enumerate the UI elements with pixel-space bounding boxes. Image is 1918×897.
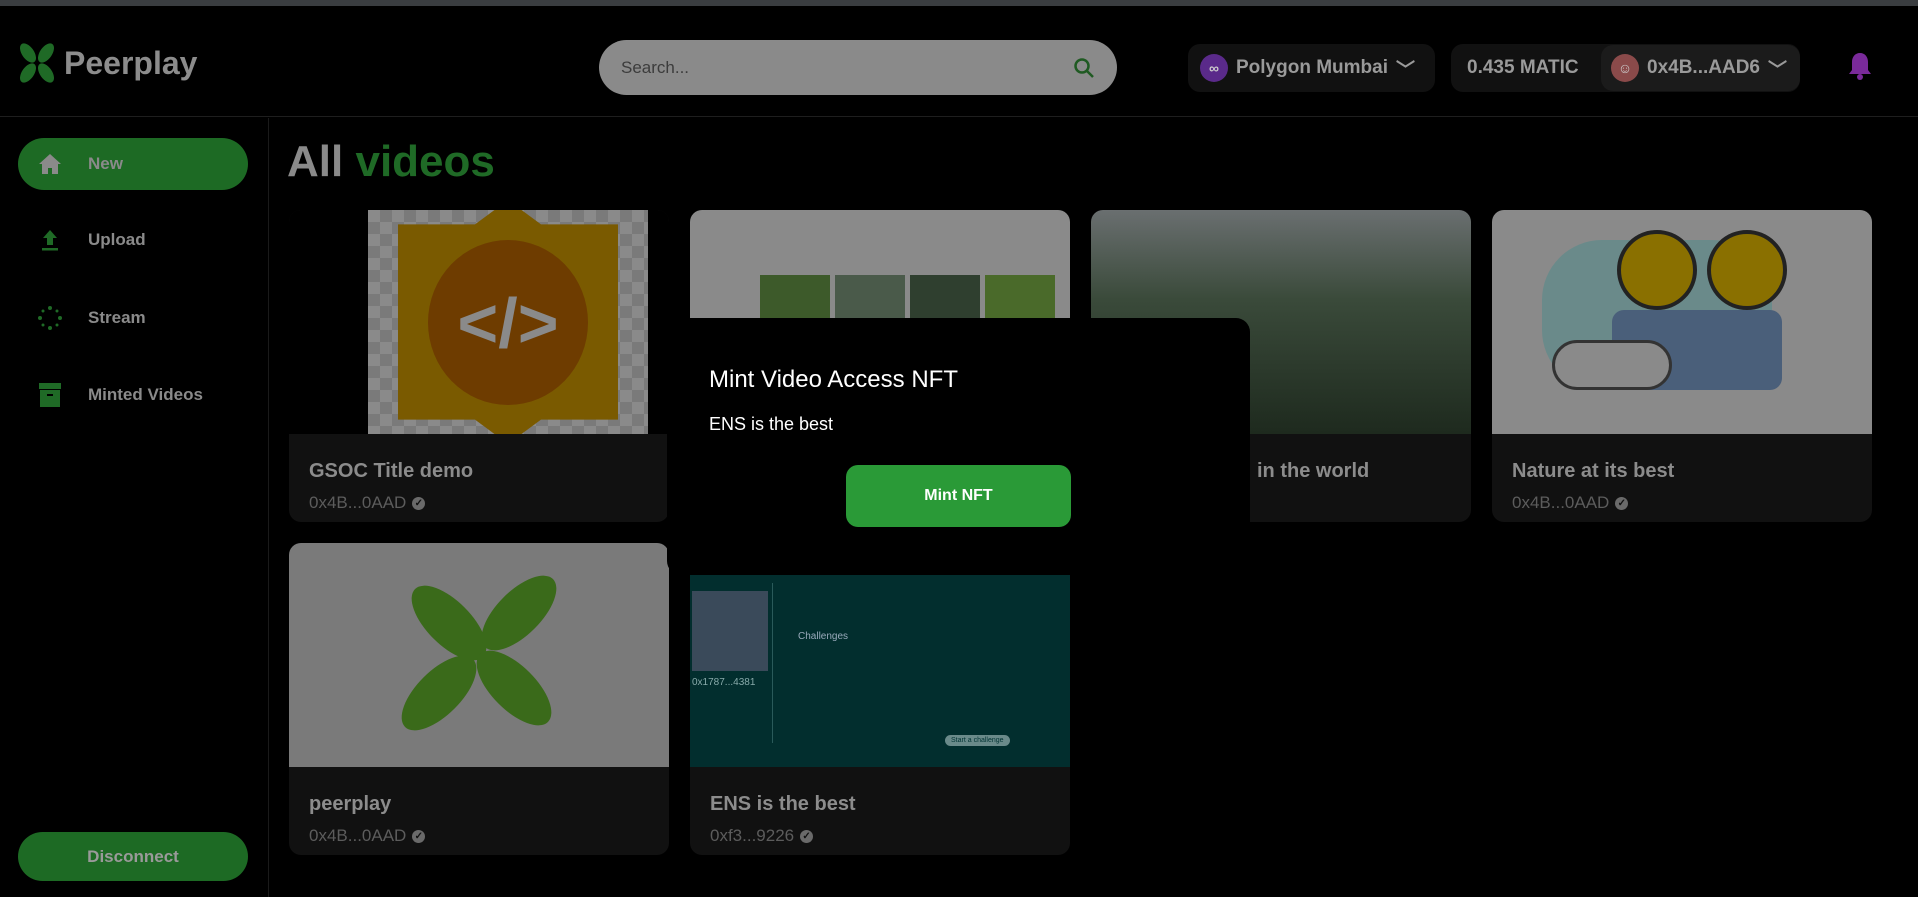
logo-text: Peerplay [64, 44, 198, 81]
sidebar-item-label: Minted Videos [88, 385, 203, 404]
verified-icon: ✓ [1615, 496, 1629, 510]
search-bar[interactable] [599, 40, 1117, 95]
sidebar-item-minted-videos[interactable]: Minted Videos [18, 369, 248, 421]
header: Peerplay ∞ Polygon Mumbai ﹀ 0.435 MATIC … [0, 6, 1918, 117]
video-card[interactable]: peerplay 0x4B...0AAD ✓ [289, 543, 669, 855]
sidebar-item-label: Upload [88, 230, 146, 249]
thumb-button: Start a challenge [945, 735, 1010, 746]
home-icon [39, 154, 61, 174]
verified-icon: ✓ [412, 496, 426, 510]
peerplay-hands-image [401, 575, 557, 731]
search-icon[interactable] [1073, 57, 1095, 79]
account-button[interactable]: ☺ 0x4B...AAD6 ﹀ [1601, 45, 1800, 91]
owner-address: 0x4B...0AAD [309, 826, 407, 845]
archive-icon [39, 383, 61, 407]
sidebar-item-stream[interactable]: Stream [18, 292, 248, 344]
title-accent: videos [355, 137, 495, 186]
video-title: Nature at its best [1512, 460, 1675, 482]
modal-video-title: ENS is the best [709, 414, 834, 434]
video-card[interactable]: </> GSOC Title demo 0x4B...0AAD ✓ [289, 210, 669, 522]
chevron-down-icon: ﹀ [1768, 59, 1788, 81]
stream-icon [38, 306, 62, 330]
sidebar: New Upload Stream Minted Videos [0, 118, 269, 897]
sidebar-item-new[interactable]: New [18, 138, 248, 190]
chevron-down-icon: ﹀ [1396, 59, 1416, 81]
sidebar-item-label: New [88, 154, 123, 173]
video-thumbnail [1492, 210, 1872, 434]
video-title: GSOC Title demo [309, 460, 474, 482]
code-icon: </> [428, 240, 588, 405]
video-title: peerplay [309, 793, 392, 815]
video-owner: 0x4B...0AAD ✓ [1512, 493, 1629, 513]
search-input[interactable] [621, 57, 1073, 78]
video-owner: 0x4B...0AAD ✓ [309, 493, 426, 513]
disconnect-button[interactable]: Disconnect [18, 832, 248, 881]
video-card[interactable]: 0x1787...4381 Challenges Start a challen… [690, 543, 1070, 855]
video-title: ENS is the best [710, 793, 856, 815]
polygon-icon: ∞ [1200, 54, 1228, 82]
account-address: 0x4B...AAD6 [1647, 57, 1760, 78]
upload-icon [42, 230, 58, 251]
notification-bell-icon[interactable] [1846, 50, 1874, 82]
thumb-heading: Challenges [798, 631, 849, 642]
owner-address: 0x4B...0AAD [1512, 493, 1610, 512]
video-card[interactable]: Nature at its best 0x4B...0AAD ✓ [1492, 210, 1872, 522]
owner-address: 0xf3...9226 [710, 826, 795, 845]
sidebar-item-label: Stream [88, 308, 146, 327]
mint-nft-modal: Mint Video Access NFT ENS is the best Mi… [667, 318, 1250, 575]
video-title: in the world [1257, 460, 1370, 482]
video-thumbnail: 0x1787...4381 Challenges Start a challen… [690, 543, 1070, 767]
verified-icon: ✓ [800, 829, 814, 843]
video-owner: 0x4B...0AAD ✓ [309, 826, 426, 846]
balance: 0.435 MATIC [1467, 57, 1579, 78]
title-part: All [287, 137, 344, 186]
thumb-address: 0x1787...4381 [692, 677, 756, 688]
network-name: Polygon Mumbai [1236, 57, 1388, 78]
verified-icon: ✓ [412, 829, 426, 843]
modal-title: Mint Video Access NFT [709, 366, 958, 393]
owner-address: 0x4B...0AAD [309, 493, 407, 512]
peerplay-logo-icon [20, 43, 54, 83]
account-pill: 0.435 MATIC ☺ 0x4B...AAD6 ﹀ [1451, 44, 1800, 92]
avatar: ☺ [1611, 54, 1639, 82]
sidebar-item-upload[interactable]: Upload [18, 214, 248, 266]
logo[interactable]: Peerplay [18, 42, 197, 84]
video-thumbnail: </> [289, 210, 669, 434]
video-owner: 0xf3...9226 ✓ [710, 826, 814, 846]
mint-nft-button[interactable]: Mint NFT [846, 465, 1071, 527]
video-thumbnail [289, 543, 669, 767]
network-selector[interactable]: ∞ Polygon Mumbai ﹀ [1188, 44, 1435, 92]
page-title: All videos [287, 137, 495, 187]
